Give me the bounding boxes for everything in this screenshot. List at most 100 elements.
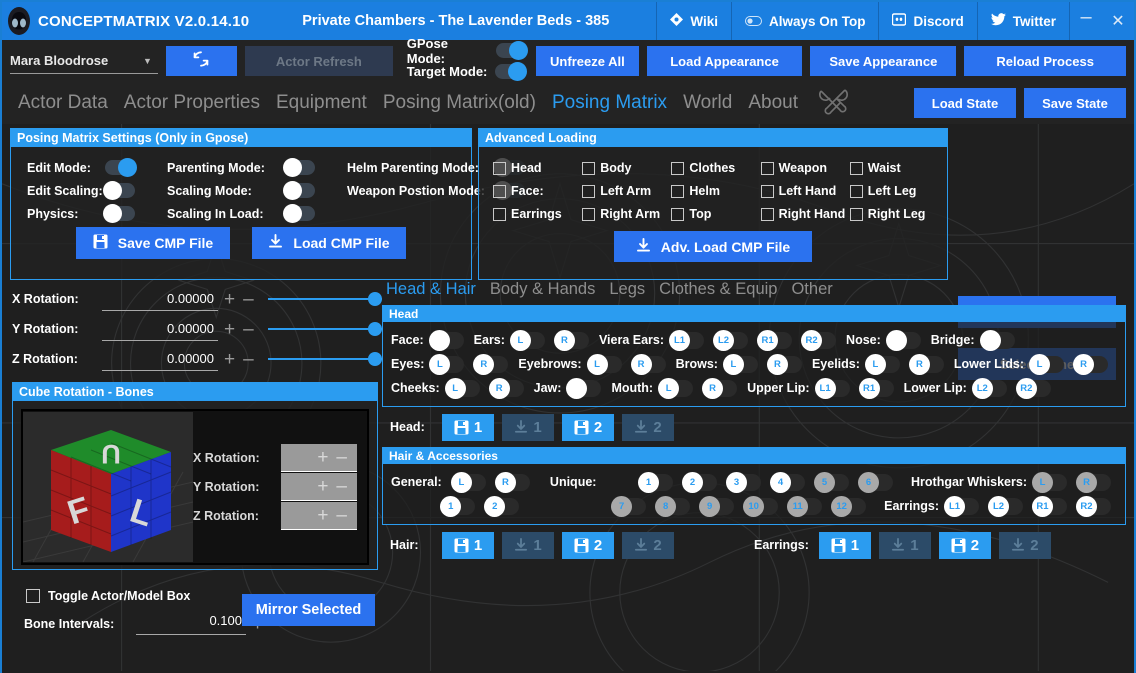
nose-toggle[interactable] (885, 329, 921, 351)
checkbox-left-arm[interactable]: Left Arm (582, 184, 671, 198)
eyes-right-toggle[interactable]: R (473, 353, 509, 375)
mouth-left-toggle[interactable]: L (658, 377, 694, 399)
unique-9-toggle[interactable]: 9 (699, 495, 735, 517)
mirror-selected-button[interactable]: Mirror Selected (242, 594, 375, 626)
eyebrows-right-toggle[interactable]: R (630, 353, 666, 375)
earrings-l1-toggle[interactable]: L1 (944, 495, 979, 517)
subtab-legs[interactable]: Legs (609, 280, 645, 299)
eyebrows-left-toggle[interactable]: L (586, 353, 622, 375)
y-rotation-increment[interactable]: + (222, 320, 237, 339)
upper-lip-r1-toggle[interactable]: R1 (858, 377, 894, 399)
adv-load-cmp-file-button[interactable]: Adv. Load CMP File (614, 231, 812, 262)
eyelids-right-toggle[interactable]: R (908, 353, 944, 375)
save-cmp-file-button[interactable]: Save CMP File (76, 227, 230, 259)
load-state-button[interactable]: Load State (914, 88, 1016, 118)
checkbox-left-hand[interactable]: Left Hand (760, 184, 850, 198)
general-2-toggle[interactable]: 2 (484, 495, 520, 517)
unique-7-toggle[interactable]: 7 (611, 495, 647, 517)
z-rotation-decrement[interactable]: – (241, 350, 256, 369)
x-rotation-increment[interactable]: + (222, 290, 237, 309)
load-cmp-file-button[interactable]: Load CMP File (252, 227, 406, 259)
checkbox-weapon[interactable]: Weapon (760, 161, 850, 175)
whiskers-left-toggle[interactable]: L (1032, 471, 1067, 493)
head-save-slot-2-button[interactable]: 2 (562, 413, 614, 441)
checkbox-body[interactable]: Body (582, 161, 671, 175)
cube-z-decrement[interactable]: – (336, 506, 347, 525)
earrings-l2-toggle[interactable]: L2 (988, 495, 1023, 517)
viera-ears-l2-toggle[interactable]: L2 (713, 329, 749, 351)
scaling-in-load-switch[interactable] (283, 204, 315, 223)
tab-about[interactable]: About (740, 92, 806, 114)
minimize-button[interactable]: – (1070, 7, 1102, 27)
cube-z-increment[interactable]: + (317, 506, 328, 525)
viera-ears-r2-toggle[interactable]: R2 (801, 329, 837, 351)
earrings-load-slot-2-button[interactable]: 2 (998, 531, 1051, 559)
load-appearance-button[interactable]: Load Appearance (646, 46, 803, 76)
checkbox-face[interactable]: Face: (493, 184, 582, 198)
discord-link[interactable]: Discord (878, 2, 976, 40)
brows-right-toggle[interactable]: R (766, 353, 802, 375)
head-load-slot-2-button[interactable]: 2 (622, 413, 674, 441)
general-right-toggle[interactable]: R (494, 471, 530, 493)
unfreeze-all-button[interactable]: Unfreeze All (536, 46, 639, 76)
tab-equipment[interactable]: Equipment (268, 92, 375, 114)
tab-world[interactable]: World (675, 92, 740, 114)
hair-load-slot-2-button[interactable]: 2 (622, 531, 674, 559)
unique-6-toggle[interactable]: 6 (858, 471, 893, 493)
lower-lids-right-toggle[interactable]: R (1073, 353, 1109, 375)
cheeks-left-toggle[interactable]: L (444, 377, 480, 399)
tab-actor-properties[interactable]: Actor Properties (116, 92, 268, 114)
head-load-slot-1-button[interactable]: 1 (502, 413, 554, 441)
cube-y-rotation-stepper[interactable]: + – (281, 473, 357, 501)
unique-5-toggle[interactable]: 5 (814, 471, 849, 493)
lower-lip-l2-toggle[interactable]: L2 (971, 377, 1007, 399)
checkbox-head[interactable]: Head (493, 161, 582, 175)
viera-ears-l1-toggle[interactable]: L1 (669, 329, 705, 351)
checkbox-waist[interactable]: Waist (849, 161, 939, 175)
hair-load-slot-1-button[interactable]: 1 (502, 531, 554, 559)
gpose-mode-switch[interactable] (496, 41, 529, 60)
reload-process-button[interactable]: Reload Process (964, 46, 1126, 76)
brows-left-toggle[interactable]: L (722, 353, 758, 375)
twitter-link[interactable]: Twitter (976, 2, 1069, 40)
cube-viewport[interactable]: U F L X Rotation: + – Y Rotation: + – Z … (21, 409, 369, 565)
unique-8-toggle[interactable]: 8 (655, 495, 691, 517)
earrings-save-slot-2-button[interactable]: 2 (938, 531, 991, 559)
bone-intervals-value[interactable]: 0.100 (136, 613, 246, 635)
refresh-button[interactable] (165, 46, 237, 76)
z-rotation-value[interactable]: 0.00000 (102, 347, 218, 371)
edit-scaling-switch[interactable] (103, 181, 135, 200)
close-button[interactable]: ✕ (1102, 11, 1134, 31)
checkbox-left-leg[interactable]: Left Leg (849, 184, 939, 198)
checkbox-right-hand[interactable]: Right Hand (760, 207, 850, 221)
z-rotation-increment[interactable]: + (222, 350, 237, 369)
checkbox-top[interactable]: Top (671, 207, 760, 221)
subtab-body-and-hands[interactable]: Body & Hands (490, 280, 595, 299)
parenting-mode-switch[interactable] (283, 158, 315, 177)
cube-y-increment[interactable]: + (317, 477, 328, 496)
earrings-save-slot-1-button[interactable]: 1 (818, 531, 871, 559)
checkbox-right-leg[interactable]: Right Leg (849, 207, 939, 221)
earrings-r2-toggle[interactable]: R2 (1076, 495, 1111, 517)
edit-mode-switch[interactable] (105, 158, 137, 177)
unique-10-toggle[interactable]: 10 (743, 495, 779, 517)
wiki-link[interactable]: Wiki (656, 2, 731, 40)
cube-y-decrement[interactable]: – (336, 477, 347, 496)
x-rotation-decrement[interactable]: – (241, 290, 256, 309)
checkbox-right-arm[interactable]: Right Arm (582, 207, 671, 221)
unique-11-toggle[interactable]: 11 (787, 495, 823, 517)
target-mode-switch[interactable] (495, 62, 528, 81)
always-on-top-toggle[interactable]: Always On Top (730, 2, 879, 40)
tab-posing-matrix-old[interactable]: Posing Matrix(old) (375, 92, 544, 114)
bridge-toggle[interactable] (979, 329, 1015, 351)
viera-ears-r1-toggle[interactable]: R1 (757, 329, 793, 351)
save-appearance-button[interactable]: Save Appearance (810, 46, 957, 76)
upper-lip-l1-toggle[interactable]: L1 (814, 377, 850, 399)
unique-3-toggle[interactable]: 3 (726, 471, 761, 493)
save-state-button[interactable]: Save State (1024, 88, 1126, 118)
general-1-toggle[interactable]: 1 (440, 495, 476, 517)
ears-right-toggle[interactable]: R (553, 329, 589, 351)
checkbox-helm[interactable]: Helm (671, 184, 760, 198)
jaw-toggle[interactable] (566, 377, 602, 399)
lower-lids-left-toggle[interactable]: L (1029, 353, 1065, 375)
